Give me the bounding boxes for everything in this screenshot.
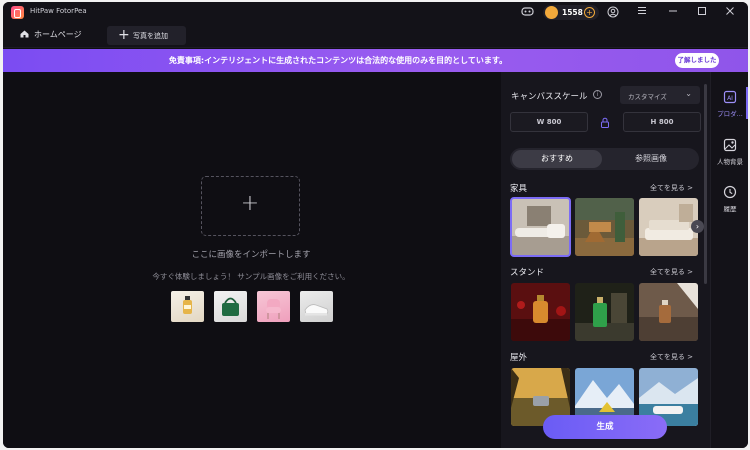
tab-recommended[interactable]: おすすめ	[512, 150, 602, 168]
lock-icon[interactable]	[600, 117, 610, 128]
see-all-outdoor-link[interactable]: 全てを見る >	[650, 352, 693, 362]
canvas-area: + ここに画像をインポートします 今すぐ体験しましょう！ サンプル画像をご利用く…	[3, 72, 499, 448]
user-account-icon[interactable]	[606, 6, 620, 19]
template-furniture-1[interactable]	[510, 197, 571, 257]
width-input[interactable]: W 800	[510, 112, 588, 132]
info-icon[interactable]: i	[593, 90, 602, 99]
sample-handbag[interactable]	[214, 291, 247, 322]
sample-hint: 今すぐ体験しましょう！ サンプル画像をご利用ください。	[152, 272, 350, 281]
template-stand-2[interactable]	[575, 283, 634, 341]
category-furniture-title: 家具	[510, 184, 528, 194]
import-plus-icon: +	[240, 191, 260, 216]
rail-item-portrait-label: 人物背景	[717, 158, 743, 166]
generation-panel: キャンバススケール i カスタマイズ ⌄ W 800 H 800 おすすめ 参照…	[501, 72, 710, 448]
portrait-background-icon	[723, 138, 737, 152]
canvas-scale-label: キャンバススケール	[511, 92, 588, 102]
title-bar: HitPaw FotorPea 1558 +	[3, 2, 748, 23]
template-stand-3[interactable]	[639, 283, 698, 341]
sample-chair[interactable]	[257, 291, 290, 322]
chevron-right-icon[interactable]: ›	[691, 220, 704, 233]
see-all-furniture-link[interactable]: 全てを見る >	[650, 183, 693, 193]
scale-preset-value: カスタマイズ	[628, 93, 667, 101]
panel-scrollbar[interactable]	[704, 84, 707, 284]
add-credits-icon[interactable]: +	[584, 7, 595, 18]
chevron-down-icon: ⌄	[685, 89, 692, 98]
category-stand-title: スタンド	[510, 268, 545, 278]
discord-icon[interactable]	[520, 6, 534, 19]
source-segmented-control: おすすめ 参照画像	[510, 148, 699, 170]
history-clock-icon	[723, 185, 737, 199]
tab-reference-image[interactable]: 参照画像	[605, 150, 697, 168]
template-furniture-3[interactable]	[639, 198, 698, 256]
import-hint: ここに画像をインポートします	[191, 250, 311, 260]
app-logo-icon	[11, 6, 24, 19]
tool-rail: AI プロダ... 人物背景 履歴	[710, 72, 748, 448]
svg-text:AI: AI	[727, 95, 733, 102]
template-stand-1[interactable]	[511, 283, 570, 341]
rail-item-history-label: 履歴	[723, 205, 737, 213]
sample-sneaker[interactable]	[300, 291, 333, 322]
add-photo-button[interactable]: + 写真を追加	[107, 26, 186, 45]
ai-product-icon: AI	[723, 90, 737, 104]
menu-icon[interactable]	[635, 6, 649, 19]
disclaimer-text: 免責事項:インテリジェントに生成されたコンテンツは合法的な使用のみを目的としてい…	[168, 56, 508, 65]
sample-perfume[interactable]	[171, 291, 204, 322]
credits-count: 1558	[562, 8, 583, 17]
height-input[interactable]: H 800	[623, 112, 701, 132]
acknowledge-button[interactable]: 了解しました	[675, 53, 719, 68]
generate-button[interactable]: 生成	[543, 415, 667, 439]
scale-preset-select[interactable]: カスタマイズ ⌄	[620, 86, 700, 104]
coin-icon	[545, 6, 558, 19]
add-photo-label: 写真を追加	[133, 32, 168, 40]
category-outdoor-title: 屋外	[510, 353, 528, 363]
disclaimer-banner: 免責事項:インテリジェントに生成されたコンテンツは合法的な使用のみを目的としてい…	[3, 49, 748, 72]
tab-bar: ホームページ + 写真を追加	[3, 23, 748, 48]
app-title: HitPaw FotorPea	[30, 7, 87, 15]
rail-item-product[interactable]: AI プロダ...	[711, 90, 748, 118]
tab-home-label: ホームページ	[34, 30, 82, 39]
home-icon	[20, 30, 29, 38]
app-window: HitPaw FotorPea 1558 + ホームページ + 写真を追加 免責…	[3, 2, 748, 448]
close-icon[interactable]	[723, 6, 737, 19]
see-all-stand-link[interactable]: 全てを見る >	[650, 267, 693, 277]
minimize-icon[interactable]	[666, 6, 680, 19]
rail-item-portrait-background[interactable]: 人物背景	[711, 138, 748, 166]
credits-pill[interactable]: 1558 +	[543, 5, 599, 20]
tab-home[interactable]: ホームページ	[20, 29, 82, 40]
template-furniture-2[interactable]	[575, 198, 634, 256]
maximize-icon[interactable]	[695, 6, 709, 19]
plus-icon: +	[118, 27, 130, 43]
import-drop-zone[interactable]: +	[201, 176, 300, 236]
rail-item-product-label: プロダ...	[717, 110, 743, 118]
rail-item-history[interactable]: 履歴	[711, 185, 748, 213]
